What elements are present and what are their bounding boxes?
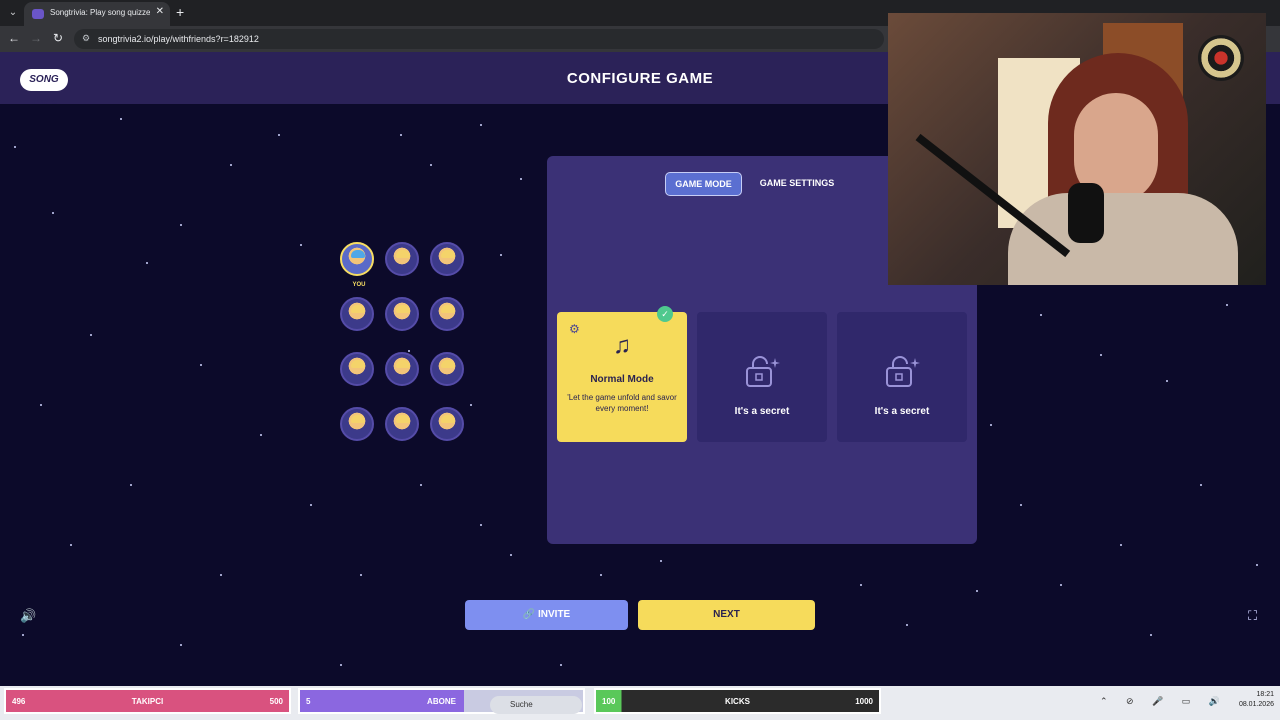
back-icon[interactable]: ← [6, 31, 22, 45]
reload-icon[interactable]: ↻ [50, 31, 66, 45]
mode-card-normal[interactable]: ⚙ ✓ ♫ Normal Mode 'Let the game unfold a… [557, 306, 687, 442]
dartboard-icon [1198, 35, 1244, 81]
gear-icon[interactable]: ⚙ [569, 322, 580, 336]
mode-card-locked[interactable]: It's a secret [837, 312, 967, 442]
goal-target: 500 [269, 697, 283, 706]
site-settings-icon[interactable]: ⚙ [82, 33, 90, 44]
mode-title: Normal Mode [590, 374, 654, 385]
player-slot [340, 297, 374, 331]
clock[interactable]: 18:21 08.01.2026 [1239, 690, 1274, 710]
next-button[interactable]: NEXT [638, 600, 815, 630]
link-icon: 🔗 [522, 609, 538, 620]
check-icon: ✓ [657, 306, 673, 322]
taskbar: 496 TAKIPCI 500 5 ABONE 10 100 KICKS 100… [0, 686, 1280, 720]
player-slot [385, 352, 419, 386]
invite-label: INVITE [538, 609, 571, 620]
player-grid: YOU [340, 242, 468, 442]
microphone-icon [1068, 183, 1104, 243]
goal-bar-followers: 496 TAKIPCI 500 [4, 688, 291, 714]
tab-menu-icon[interactable]: ⌄ [6, 6, 20, 20]
tab-game-settings[interactable]: GAME SETTINGS [751, 172, 843, 196]
address-bar[interactable]: ⚙ songtrivia2.io/play/withfriends?r=1829… [74, 29, 884, 49]
player-slot [430, 242, 464, 276]
mode-description: 'Let the game unfold and savor every mom… [567, 393, 677, 413]
goal-label: KICKS [725, 697, 750, 706]
sound-icon[interactable]: 🔊 [20, 608, 36, 624]
mode-title: It's a secret [874, 406, 930, 417]
close-icon[interactable]: ✕ [156, 6, 164, 17]
locked-mode-icon [746, 356, 780, 387]
player-slot [430, 407, 464, 441]
forward-icon[interactable]: → [28, 31, 44, 45]
goal-target: 1000 [855, 697, 873, 706]
screen: ⌄ Songtrivia: Play song quizzes w ✕ + ← … [0, 0, 1280, 720]
plus-icon[interactable]: + [176, 4, 184, 20]
player-slot [430, 352, 464, 386]
tab-game-mode[interactable]: GAME MODE [665, 172, 742, 196]
music-notes-icon: ♫ [613, 332, 631, 359]
player-slot [340, 352, 374, 386]
goal-label: TAKIPCI [131, 697, 164, 706]
webcam-overlay [888, 13, 1266, 285]
system-tray-icons[interactable]: ⌃ ⊘ 🎤 ▭ 🔊 [1100, 696, 1228, 707]
mode-title: It's a secret [734, 406, 790, 417]
player-avatar-you: YOU [340, 242, 374, 288]
player-slot [385, 242, 419, 276]
clock-time: 18:21 [1256, 691, 1274, 698]
goal-bar-kicks: 100 KICKS 1000 [594, 688, 881, 714]
clock-date: 08.01.2026 [1238, 701, 1274, 708]
player-slot [385, 297, 419, 331]
player-slot [340, 407, 374, 441]
mode-card-locked[interactable]: It's a secret [697, 312, 827, 442]
player-slot [385, 407, 419, 441]
invite-button[interactable]: 🔗 INVITE [465, 600, 628, 630]
locked-mode-icon [886, 356, 920, 387]
url-text: songtrivia2.io/play/withfriends?r=182912 [98, 34, 259, 44]
search-label: Suche [510, 700, 533, 709]
player-slot [430, 297, 464, 331]
you-label: YOU [352, 282, 366, 288]
browser-tab[interactable]: Songtrivia: Play song quizzes w ✕ [24, 2, 170, 26]
tab-title: Songtrivia: Play song quizzes w [50, 8, 150, 17]
taskbar-search[interactable]: Suche [490, 696, 582, 714]
favicon-icon [32, 9, 44, 19]
fullscreen-icon[interactable]: ⛶ [1248, 608, 1257, 624]
